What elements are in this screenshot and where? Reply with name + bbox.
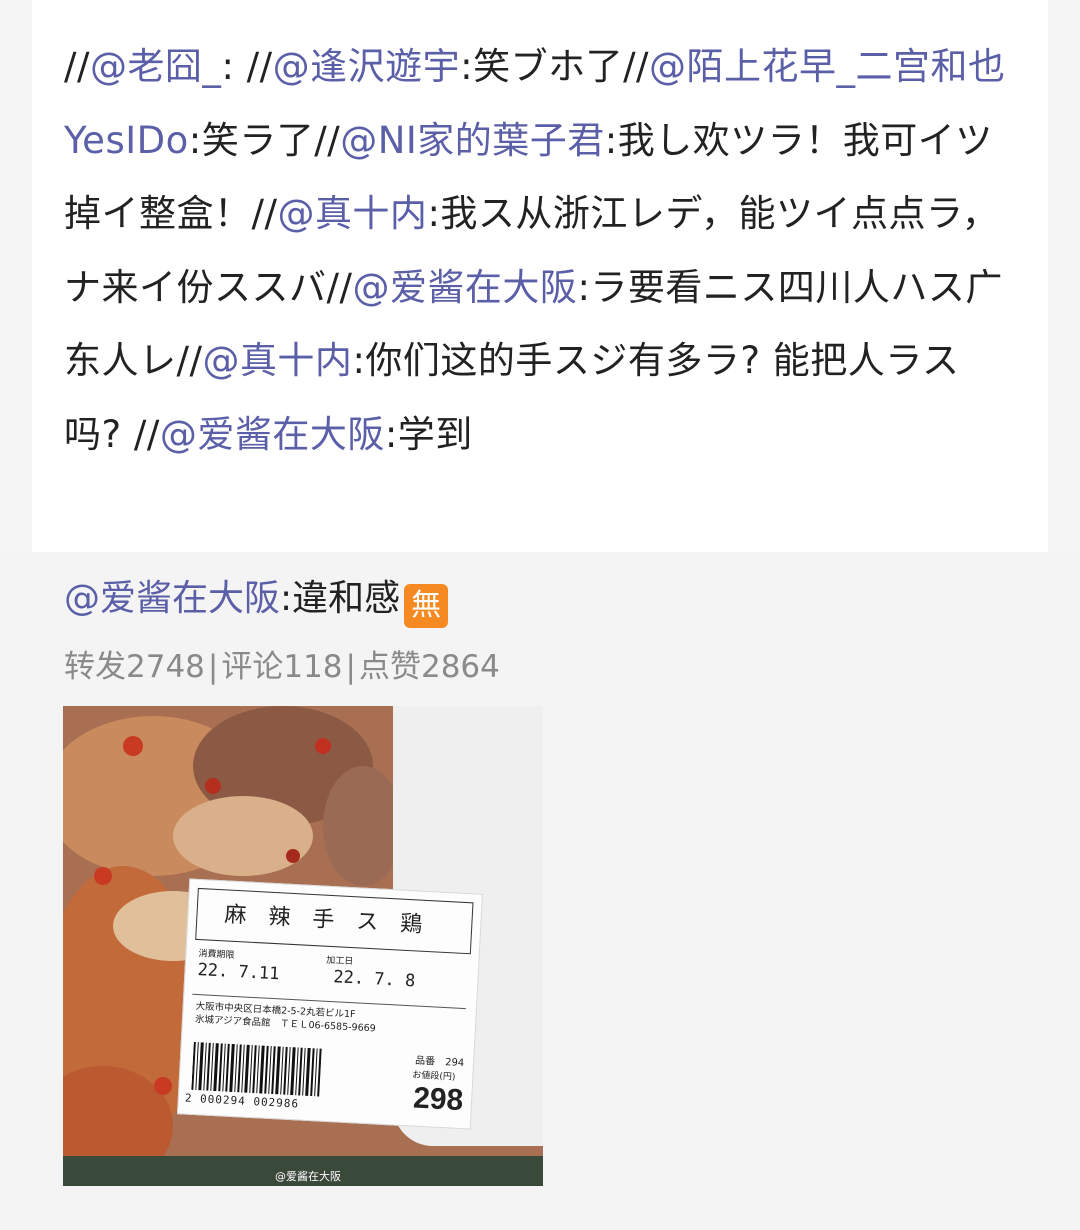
repost-comment-text: :笑ラ了// [188, 118, 341, 162]
user-mention[interactable]: @逢沢遊宇 [273, 45, 461, 88]
original-post-text: :違和感 [280, 578, 401, 619]
repost-comment-text: : // [221, 45, 273, 88]
label-item-number: 品番 294 [414, 1055, 465, 1070]
label-product-name: 麻辣手ス鶏 [223, 902, 445, 939]
like-count[interactable]: 点赞2864 [359, 649, 500, 685]
user-mention[interactable]: @真十内 [202, 339, 352, 382]
stats-separator: | [207, 649, 219, 685]
post-image[interactable]: 麻辣手ス鶏 消費期限 加工日 22. 7.11 22. 7. 8 大阪市中央区日… [63, 706, 543, 1186]
user-mention[interactable]: @真十内 [277, 192, 427, 235]
user-mention[interactable]: @NI家的葉子君 [340, 119, 605, 162]
stats-separator: | [345, 649, 356, 685]
label-price: 298 [412, 1081, 465, 1118]
repost-text: //@老囧_: //@逢沢遊宇:笑ブホ了//@陌上花早_二宫和也YesIDo:笑… [64, 30, 1014, 471]
image-watermark: @爱酱在大阪 [275, 1170, 341, 1183]
comment-count[interactable]: 评论118 [221, 649, 342, 685]
repost-comment-text: :学到 [384, 412, 473, 456]
barcode-graphic [191, 1041, 322, 1097]
no-emoji-icon: 無 [404, 584, 449, 628]
repost-count[interactable]: 转发2748 [64, 649, 205, 685]
user-mention[interactable]: @爱酱在大阪 [160, 413, 385, 456]
label-made-caption: 加工日 [325, 955, 354, 968]
original-author-mention[interactable]: @爱酱在大阪 [64, 578, 280, 619]
user-mention[interactable]: @爱酱在大阪 [352, 266, 577, 309]
label-expiry-caption: 消費期限 [198, 949, 235, 961]
label-address-block: 大阪市中央区日本橋2-5-2丸若ビル1F 氷城アジア食品館 ＴＥＬ06-6585… [195, 1000, 377, 1035]
label-expiry-date: 22. 7.11 [197, 960, 280, 985]
label-price-caption: お値段(円) [412, 1070, 456, 1083]
price-label-sticker: 麻辣手ス鶏 消費期限 加工日 22. 7.11 22. 7. 8 大阪市中央区日… [177, 878, 483, 1130]
post-stats: 转发2748|评论118|点赞2864 [64, 645, 500, 689]
repost-card: //@老囧_: //@逢沢遊宇:笑ブホ了//@陌上花早_二宫和也YesIDo:笑… [32, 0, 1048, 552]
label-product-box: 麻辣手ス鶏 [195, 887, 474, 955]
user-mention[interactable]: @老囧_ [90, 45, 222, 88]
repost-comment-text: :笑ブホ了// [460, 45, 650, 88]
original-post-line: @爱酱在大阪:違和感無 [64, 574, 449, 628]
repost-comment-text: // [64, 45, 90, 88]
label-made-date: 22. 7. 8 [332, 967, 416, 992]
